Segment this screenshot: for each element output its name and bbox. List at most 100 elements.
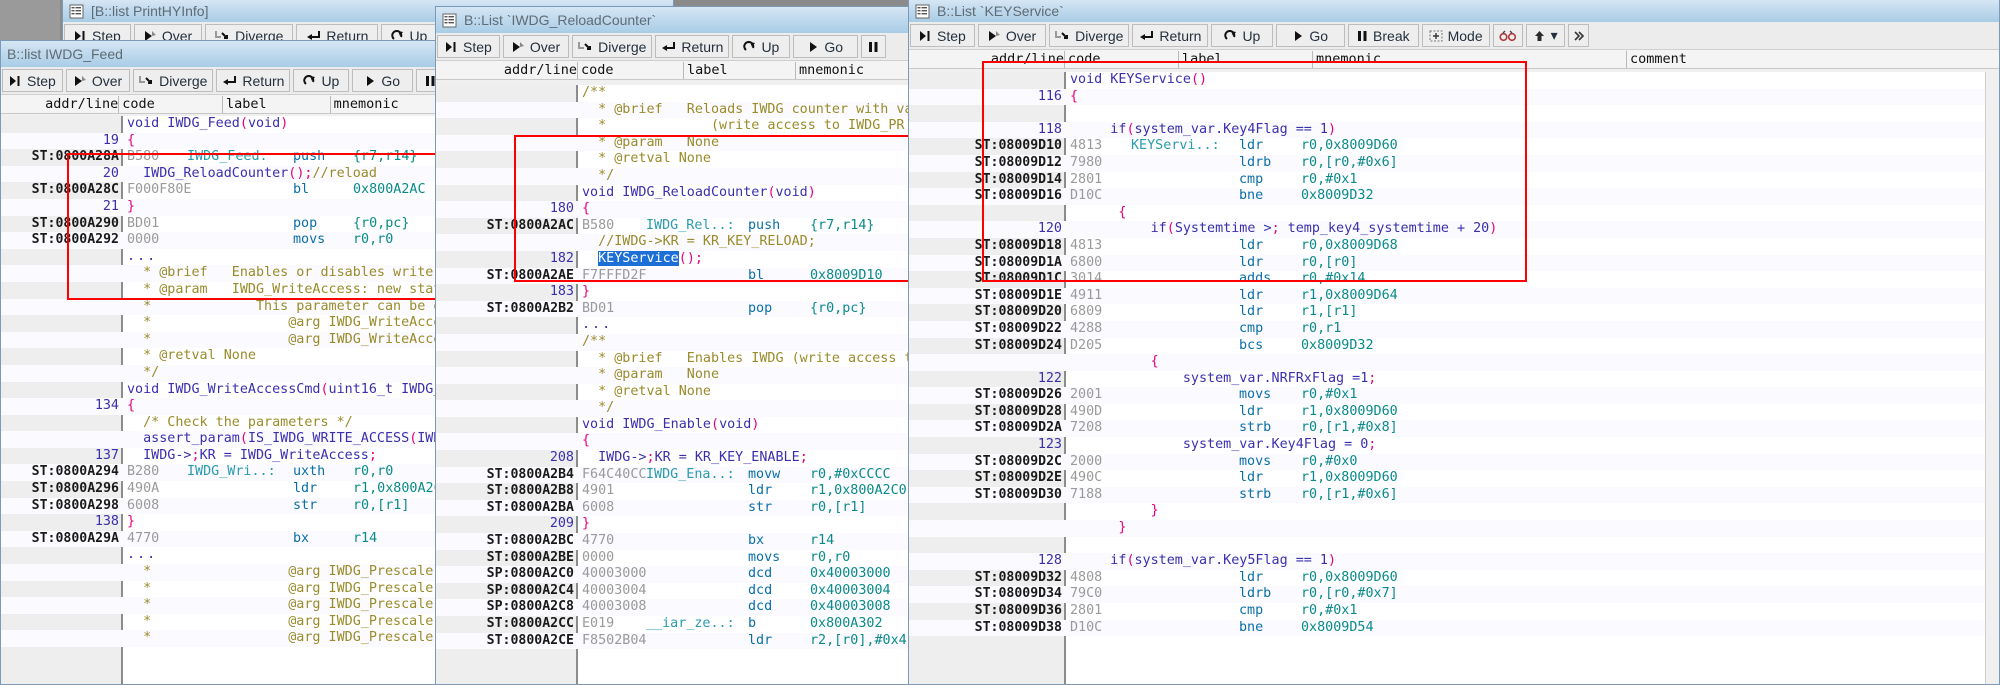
window-keyservice[interactable]: B::List `KEYService` Step Over Diverge R… — [908, 0, 2000, 685]
code-row[interactable]: * (write access to IWDG_PR and IWDG — [436, 118, 914, 135]
code-row[interactable]: * @arg IWDG_Prescaler_256: IWDG — [1, 630, 446, 647]
titlebar-iwdg-reloadcounter[interactable]: B::List `IWDG_ReloadCounter` — [436, 7, 914, 33]
code-row[interactable]: * @retval None — [436, 384, 914, 401]
code-row[interactable]: ST:08009D1C 3014 adds r0,#0x14 — [909, 271, 1999, 288]
code-row[interactable]: /* Check the parameters */ — [1, 415, 446, 432]
code-row[interactable]: ... — [1, 547, 446, 564]
over-button[interactable]: Over — [65, 69, 131, 92]
step-button[interactable]: Step — [437, 35, 500, 58]
code-row[interactable]: ST:0800A2CC E019 __iar_ze..: b 0x800A302 — [436, 616, 914, 633]
code-row[interactable]: 116 { — [909, 88, 1999, 106]
diverge-button[interactable]: Diverge — [133, 69, 214, 92]
code-row[interactable]: ST:0800A298 6008 str r0,[r1] — [1, 497, 446, 515]
code-row[interactable]: ST:0800A28C F000F80E bl 0x800A2AC — [1, 182, 446, 199]
code-rows[interactable]: void KEYService() 116 {118 if(system_var.K… — [909, 72, 1999, 637]
code-row[interactable]: ST:0800A2BA 6008 str r0,[r1] — [436, 499, 914, 517]
code-row[interactable]: ST:08009D24 D205 bcs 0x8009D32 — [909, 338, 1999, 355]
up-button[interactable]: Up — [1211, 24, 1274, 47]
code-row[interactable]: /** — [436, 85, 914, 102]
code-row[interactable]: 138} — [1, 514, 446, 531]
code-row[interactable]: * @retval None — [1, 348, 446, 365]
code-row[interactable]: ST:0800A2AC B580 IWDG_Rel..: push {r7,r14} — [436, 218, 914, 235]
find-button[interactable] — [1492, 24, 1523, 47]
step-button[interactable]: Step — [2, 69, 63, 92]
up-button[interactable]: Up — [293, 69, 350, 92]
return-button[interactable]: Return — [1132, 24, 1209, 47]
titlebar-keyservice[interactable]: B::List `KEYService` — [909, 0, 1999, 22]
code-row[interactable]: SP:0800A2C8 40003008 dcd 0x40003008 — [436, 599, 914, 616]
code-row[interactable]: 208 IWDG->;KR = KR_KEY_ENABLE; — [436, 450, 914, 467]
code-row[interactable]: void IWDG_ReloadCounter(void) — [436, 185, 914, 202]
up-button[interactable]: Up — [732, 35, 791, 58]
code-row[interactable]: ST:08009D18 4813 ldr r0,0x8009D68 — [909, 238, 1999, 255]
code-row[interactable]: assert_param(IS_IWDG_WRITE_ACCESS(IWDG_W… — [1, 431, 446, 448]
code-listing-iwdg-feed[interactable]: void IWDG_Feed(void) 19{ST:0800A28A B580 IW… — [1, 116, 446, 684]
code-row[interactable]: ST:08009D12 7980 ldrb r0,[r0,#0x6] — [909, 154, 1999, 172]
code-row[interactable]: ST:0800A2B8 4901 ldr r1,0x800A2C0 — [436, 483, 914, 500]
code-row[interactable]: * @arg IWDG_Prescaler_128: IWDG — [1, 614, 446, 631]
code-row[interactable]: */ — [436, 167, 914, 185]
code-row[interactable]: */ — [436, 400, 914, 417]
code-listing-iwdg-reloadcounter[interactable]: /** * @brief Reloads IWDG counter with v… — [436, 85, 914, 684]
code-row[interactable]: ST:0800A296 490A ldr r1,0x800A2C0 — [1, 481, 446, 498]
code-row[interactable]: void IWDG_Feed(void) — [1, 116, 446, 133]
code-row[interactable]: ST:08009D36 2801 cmp r0,#0x1 — [909, 603, 1999, 620]
return-button[interactable]: Return — [216, 69, 291, 92]
code-row[interactable]: ST:0800A2CE F8502B04 ldr r2,[r0],#0x4 — [436, 632, 914, 650]
code-row[interactable]: * @arg IWDG_WriteAccess_Disable — [1, 331, 446, 349]
mode-button[interactable]: Mode — [1421, 24, 1490, 47]
code-listing-keyservice[interactable]: void KEYService() 116 {118 if(system_var.K… — [909, 72, 1999, 684]
code-row[interactable]: * @arg IWDG_WriteAccess_Enable: — [1, 315, 446, 332]
code-row[interactable]: 209} — [436, 516, 914, 533]
code-row[interactable]: ST:08009D10 4813 KEYServi..: ldr r0,0x8009D6… — [909, 138, 1999, 155]
code-row[interactable]: ST:0800A292 0000 movs r0,r0 — [1, 232, 446, 249]
overflow-button[interactable] — [1567, 24, 1589, 47]
code-row[interactable]: * @arg IWDG_Prescaler_32: IWDG p — [1, 581, 446, 598]
code-row[interactable]: * @brief Reloads IWDG counter with value… — [436, 101, 914, 119]
code-row[interactable]: //IWDG->KR = KR_KEY_RELOAD; — [436, 234, 914, 251]
code-row[interactable]: * @brief Enables IWDG (write access to I… — [436, 351, 914, 368]
go-button[interactable]: Go — [352, 69, 414, 92]
code-row[interactable]: SP:0800A2C4 40003004 dcd 0x40003004 — [436, 583, 914, 600]
code-row[interactable]: ... — [1, 249, 446, 266]
code-row[interactable]: ST:08009D2E 490C ldr r1,0x8009D60 — [909, 470, 1999, 487]
titlebar-iwdg-feed[interactable]: B::list IWDG_Feed — [1, 41, 446, 67]
code-row[interactable]: * @param None — [436, 367, 914, 384]
code-row[interactable]: * @param IWDG_WriteAccess: new state of … — [1, 282, 446, 299]
code-row[interactable]: ST:08009D16 D10C bne 0x8009D32 — [909, 188, 1999, 205]
code-row[interactable]: * @arg IWDG_Prescaler_16: IWDG p — [1, 564, 446, 581]
code-row[interactable]: ST:0800A2AE F7FFFD2F bl 0x8009D10 — [436, 267, 914, 285]
over-button[interactable]: Over — [502, 35, 570, 58]
code-row[interactable]: ST:0800A290 BD01 pop {r0,pc} — [1, 216, 446, 233]
code-row[interactable]: ST:0800A28A B580 IWDG_Feed: push {r7,r14} — [1, 149, 446, 166]
return-button[interactable]: Return — [655, 35, 730, 58]
code-row[interactable]: ST:08009D34 79C0 ldrb r0,[r0,#0x7] — [909, 586, 1999, 603]
code-row[interactable]: ST:08009D26 2001 movs r0,#0x1 — [909, 387, 1999, 404]
code-row[interactable]: ST:08009D28 490D ldr r1,0x8009D60 — [909, 404, 1999, 421]
window-iwdg-feed[interactable]: B::list IWDG_Feed Step Over Diverge Retu… — [0, 40, 468, 685]
code-rows[interactable]: void IWDG_Feed(void) 19{ST:0800A28A B580 IW… — [1, 116, 446, 647]
code-row[interactable]: { — [909, 205, 1999, 222]
code-row[interactable] — [909, 105, 1999, 122]
code-row[interactable]: * This parameter can be one of the — [1, 298, 446, 316]
code-row[interactable]: ST:0800A2BC 4770 bx r14 — [436, 533, 914, 550]
code-row[interactable]: 137 IWDG->;KR = IWDG_WriteAccess; — [1, 448, 446, 465]
toolbar-keyservice[interactable]: Step Over Diverge Return Up Go Break Mod… — [909, 22, 1999, 50]
toolbar-iwdg-feed[interactable]: Step Over Diverge Return Up Go — [1, 67, 446, 95]
code-row[interactable]: 122 system_var.NRFRxFlag =1; — [909, 371, 1999, 388]
code-row[interactable]: ST:08009D22 4288 cmp r0,r1 — [909, 320, 1999, 338]
code-row[interactable]: * @arg IWDG_Prescaler_64: IWDG p — [1, 597, 446, 614]
code-row[interactable]: ST:0800A2BE 0000 movs r0,r0 — [436, 550, 914, 567]
code-row[interactable]: void IWDG_WriteAccessCmd(uint16_t IWDG_W… — [1, 382, 446, 399]
code-row[interactable]: 183} — [436, 284, 914, 301]
code-row[interactable]: ST:08009D14 2801 cmp r0,#0x1 — [909, 172, 1999, 189]
code-row[interactable]: ST:0800A294 B280 IWDG_Wri..: uxth r0,r0 — [1, 464, 446, 482]
code-row[interactable]: ST:08009D20 6809 ldr r1,[r1] — [909, 304, 1999, 321]
code-row[interactable]: 118 if(system_var.Key4Flag == 1) — [909, 121, 1999, 139]
code-row[interactable]: void IWDG_Enable(void) — [436, 417, 914, 434]
code-row[interactable]: ... — [436, 317, 914, 334]
code-row[interactable]: 19 { — [1, 132, 446, 150]
code-row[interactable]: } — [909, 503, 1999, 520]
code-row[interactable]: 128 if(system_var.Key5Flag == 1) — [909, 553, 1999, 570]
diverge-button[interactable]: Diverge — [572, 35, 653, 58]
